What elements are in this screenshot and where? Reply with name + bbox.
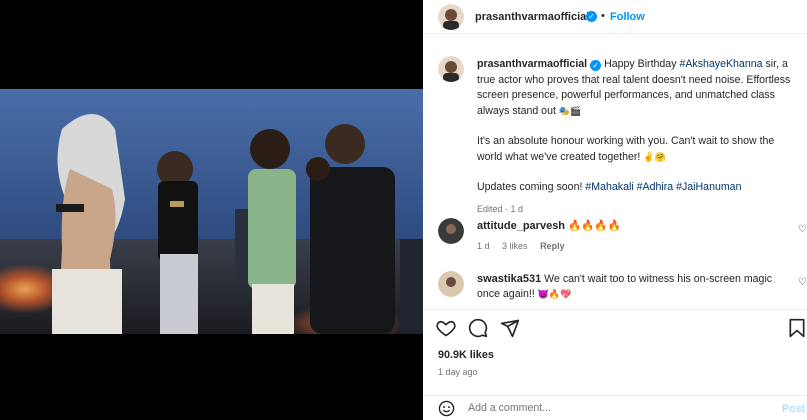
comment-text: swastika531 We can't wait too to witness… [477, 272, 797, 302]
comment-time: 1 d [477, 241, 490, 251]
comment-heart-icon[interactable]: ♡ [798, 277, 807, 288]
commenter-avatar[interactable] [438, 218, 464, 244]
caption-paragraph-3: Updates coming soon! [477, 181, 583, 193]
commenter-username[interactable]: attitude_parvesh [477, 220, 565, 232]
caption-emoji-2: ✌️🤗 [643, 151, 666, 162]
comment-text: attitude_parvesh 🔥🔥🔥🔥 [477, 219, 797, 234]
post-side-panel: prasanthvarmaofficial ✓ • Follow prasant… [424, 0, 807, 420]
hashtag-jaihanuman[interactable]: #JaiHanuman [676, 181, 741, 193]
author-username[interactable]: prasanthvarmaofficial [475, 11, 589, 23]
comment-likes[interactable]: 3 likes [502, 241, 528, 251]
add-comment-bar: Post [424, 395, 807, 420]
hashtag-adhira[interactable]: #Adhira [637, 181, 674, 193]
follow-button[interactable]: Follow [610, 11, 645, 23]
share-icon[interactable] [500, 318, 520, 343]
comment-emoji: 😈🔥💖 [537, 289, 572, 299]
caption-author-username[interactable]: prasanthvarmaofficial [477, 58, 587, 70]
caption-text: prasanthvarmaofficial ✓ Happy Birthday #A… [477, 57, 802, 217]
author-avatar[interactable] [438, 4, 464, 30]
comment-body: 🔥🔥🔥🔥 [567, 220, 621, 232]
film-set-photo [0, 89, 423, 334]
bookmark-icon[interactable] [788, 318, 806, 343]
heart-icon[interactable] [436, 318, 456, 343]
hashtag-mahakali[interactable]: #Mahakali [585, 181, 633, 193]
post-photo[interactable] [0, 89, 423, 334]
commenter-username[interactable]: swastika531 [477, 273, 541, 285]
post-timestamp: 1 day ago [438, 367, 478, 377]
post-media-pane [0, 0, 423, 420]
post-header: prasanthvarmaofficial ✓ • Follow [424, 0, 807, 34]
comment-input[interactable] [468, 402, 758, 414]
caption-author-avatar[interactable] [438, 56, 464, 82]
commenter-avatar[interactable] [438, 271, 464, 297]
caption-emoji-1: 🎭🎬 [558, 105, 582, 116]
caption-paragraph-2: It's an absolute honour working with you… [477, 135, 775, 163]
comment-icon[interactable] [468, 318, 488, 343]
separator-dot: • [601, 10, 605, 22]
verified-badge-icon: ✓ [590, 60, 602, 71]
emoji-icon[interactable] [438, 400, 455, 420]
caption-line-1a: Happy Birthday [604, 58, 677, 70]
hashtag-akshayekhanna[interactable]: #AkshayeKhanna [679, 58, 762, 70]
reply-button[interactable]: Reply [540, 241, 565, 251]
comment-heart-icon[interactable]: ♡ [798, 224, 807, 235]
post-comment-button[interactable]: Post [782, 403, 805, 415]
caption-edited-meta: Edited · 1 d [477, 203, 524, 214]
post-actions: 90.9K likes 1 day ago [424, 309, 807, 395]
likes-count[interactable]: 90.9K likes [438, 349, 494, 361]
comment-meta: 1 d 3 likes Reply [477, 241, 575, 251]
verified-badge-icon: ✓ [586, 11, 597, 22]
